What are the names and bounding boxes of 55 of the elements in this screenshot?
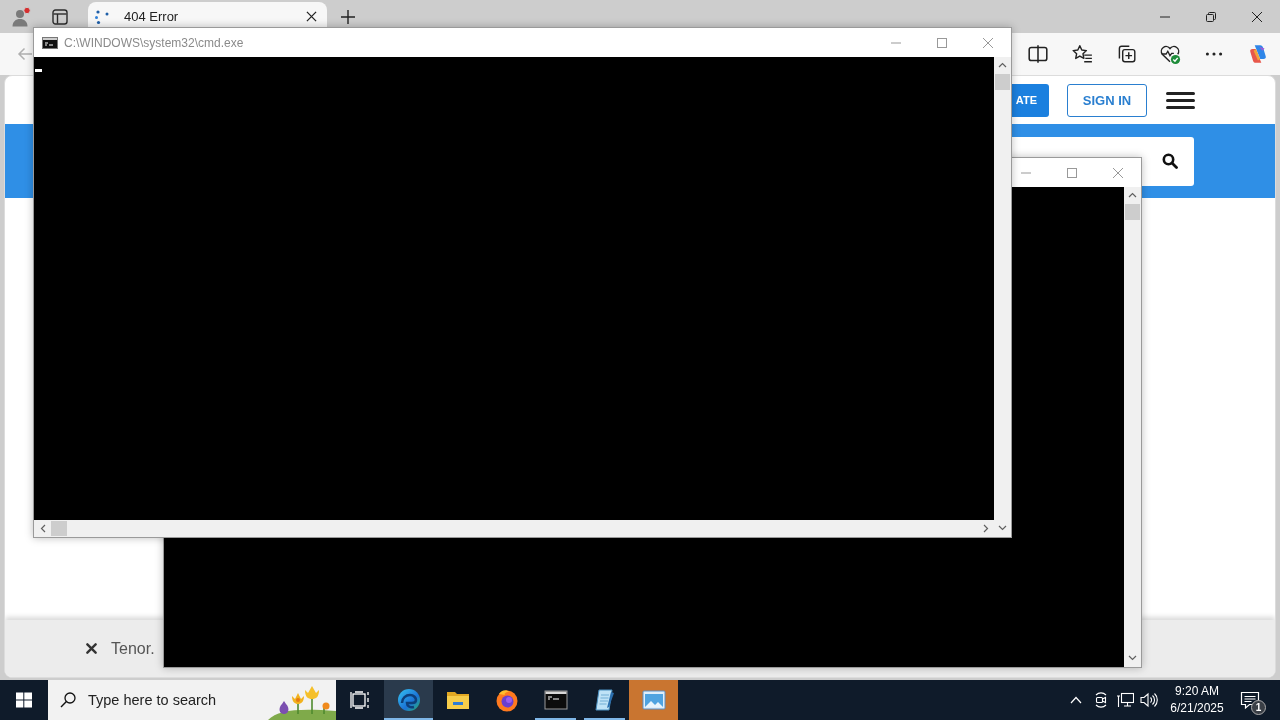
search-button[interactable] — [1142, 136, 1194, 186]
app-logo-icon[interactable] — [1247, 43, 1269, 65]
search-field[interactable]: Type here to search — [88, 690, 258, 710]
scrollbar-thumb[interactable] — [995, 74, 1010, 90]
notification-badge: 1 — [1251, 700, 1266, 715]
chevron-down-icon[interactable] — [1128, 655, 1137, 661]
notification-icon[interactable] — [1240, 690, 1260, 710]
action-button[interactable]: ATE — [1012, 83, 1049, 117]
search-icon — [1162, 153, 1178, 169]
favorites-icon[interactable] — [1071, 43, 1093, 65]
scrollbar-track[interactable] — [34, 520, 994, 537]
camera-icon[interactable] — [1093, 692, 1109, 708]
close-tab-icon[interactable] — [306, 11, 317, 22]
new-tab-icon[interactable] — [341, 9, 355, 24]
terminal-icon — [543, 688, 568, 712]
profile-icon[interactable] — [11, 6, 31, 27]
flowers-icon — [268, 684, 336, 720]
search-icon — [60, 692, 76, 708]
network-icon[interactable] — [1116, 692, 1134, 708]
close-icon — [1252, 11, 1262, 22]
notepad-icon — [592, 688, 617, 712]
taskbar-search-box[interactable]: Type here to search — [48, 680, 336, 720]
chevron-left-icon[interactable] — [40, 524, 46, 533]
search-field[interactable] — [1012, 136, 1142, 158]
task-view-icon — [350, 691, 370, 709]
scrollbar-thumb[interactable] — [51, 521, 67, 536]
notice-text: Tenor. — [111, 639, 155, 658]
loading-icon — [94, 8, 110, 25]
browser-swirl-icon — [396, 688, 421, 712]
windows-logo-icon — [16, 692, 32, 708]
scrollbar-thumb[interactable] — [1125, 204, 1140, 220]
clock-time[interactable]: 9:20 AM — [1175, 683, 1219, 700]
restore-icon — [1206, 11, 1216, 22]
window-title: C:\WINDOWS\system32\cmd.exe — [64, 35, 244, 50]
volume-icon[interactable] — [1140, 692, 1158, 708]
close-icon[interactable] — [86, 643, 97, 654]
scrollbar-track[interactable] — [994, 57, 1011, 537]
maximize-icon — [1067, 167, 1077, 178]
browser-tab[interactable]: 404 Error — [88, 2, 327, 27]
chevron-right-icon[interactable] — [983, 524, 989, 533]
console-icon — [42, 36, 58, 49]
sign-in-button[interactable]: SIGN IN — [1067, 83, 1147, 117]
picture-window-icon — [641, 688, 666, 712]
split-screen-icon[interactable] — [1027, 43, 1049, 65]
close-icon — [983, 37, 993, 48]
scrollbar-track[interactable] — [1124, 187, 1141, 667]
globe-browser-icon — [494, 688, 519, 712]
maximize-icon — [937, 37, 947, 48]
taskbar-app-button[interactable] — [384, 680, 433, 720]
close-icon — [1113, 167, 1123, 178]
menu-icon[interactable] — [1166, 91, 1195, 109]
heart-pulse-icon[interactable] — [1159, 43, 1181, 65]
chevron-down-icon[interactable] — [998, 525, 1007, 531]
tab-actions-icon[interactable] — [52, 8, 68, 25]
clock-date[interactable]: 6/21/2025 — [1170, 700, 1224, 717]
